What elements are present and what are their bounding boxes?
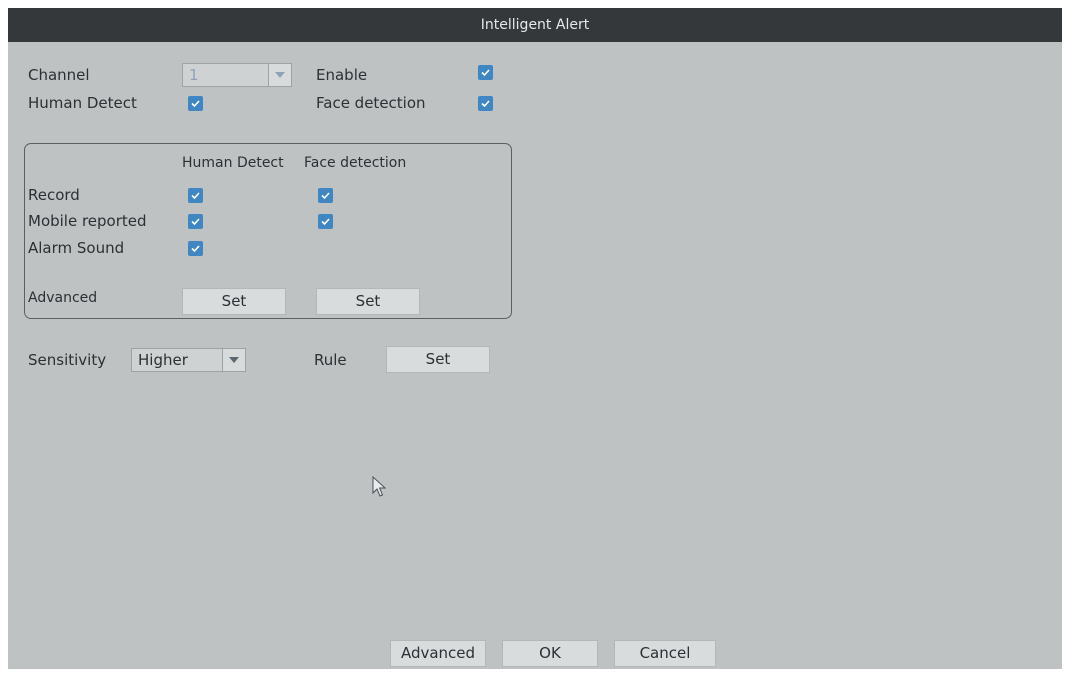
row-label-record: Record (28, 186, 80, 204)
record-human-checkbox[interactable] (188, 188, 203, 203)
human-detect-checkbox[interactable] (188, 96, 203, 111)
footer-advanced-button[interactable]: Advanced (390, 640, 486, 667)
face-detection-label: Face detection (316, 94, 426, 112)
record-face-checkbox[interactable] (318, 188, 333, 203)
channel-select[interactable]: 1 (182, 63, 292, 87)
column-header-human-detect: Human Detect (182, 155, 284, 171)
mobile-reported-human-checkbox[interactable] (188, 214, 203, 229)
checkmark-icon (321, 218, 330, 226)
channel-label: Channel (28, 66, 90, 84)
rule-set-button[interactable]: Set (386, 346, 490, 373)
intelligent-alert-dialog: Intelligent Alert Channel 1 Enable Human… (8, 8, 1062, 669)
checkmark-icon (191, 218, 200, 226)
checkmark-icon (481, 100, 490, 108)
face-detection-checkbox[interactable] (478, 96, 493, 111)
checkmark-icon (191, 192, 200, 200)
sensitivity-select[interactable]: Higher (131, 348, 246, 372)
checkmark-icon (191, 245, 200, 253)
column-header-face-detection: Face detection (304, 155, 407, 171)
chevron-down-icon (222, 349, 245, 371)
rule-label: Rule (314, 351, 347, 369)
advanced-human-set-button[interactable]: Set (182, 288, 286, 315)
checkmark-icon (321, 192, 330, 200)
human-detect-label: Human Detect (28, 94, 137, 112)
ok-button[interactable]: OK (502, 640, 598, 667)
checkmark-icon (481, 69, 490, 77)
checkmark-icon (191, 100, 200, 108)
mobile-reported-face-checkbox[interactable] (318, 214, 333, 229)
row-label-mobile-reported: Mobile reported (28, 212, 147, 230)
channel-value: 1 (189, 66, 199, 84)
dialog-title: Intelligent Alert (8, 8, 1062, 42)
cancel-button[interactable]: Cancel (614, 640, 716, 667)
advanced-face-set-button[interactable]: Set (316, 288, 420, 315)
chevron-down-icon (268, 64, 291, 86)
row-label-alarm-sound: Alarm Sound (28, 239, 125, 257)
mouse-cursor-icon (372, 475, 387, 497)
advanced-row-label: Advanced (28, 290, 98, 306)
enable-checkbox[interactable] (478, 65, 493, 80)
sensitivity-value: Higher (138, 351, 188, 369)
alarm-sound-human-checkbox[interactable] (188, 241, 203, 256)
sensitivity-label: Sensitivity (28, 351, 107, 369)
enable-label: Enable (316, 66, 368, 84)
